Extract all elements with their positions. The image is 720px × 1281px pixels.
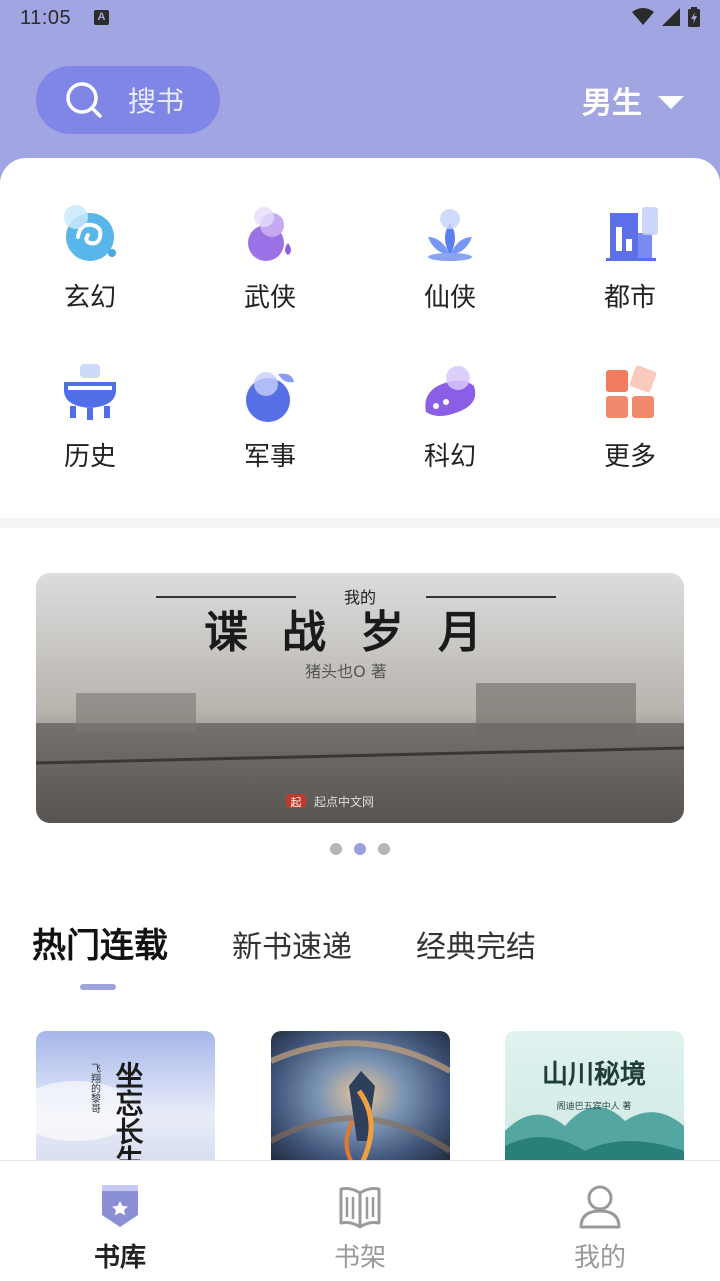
category-wuxia[interactable]: 武侠	[210, 203, 330, 314]
category-more[interactable]: 更多	[570, 362, 690, 473]
promo-banner[interactable]: 我的 谍战岁月 猪头也O 著 起 起点中文网	[36, 573, 684, 823]
book-cover-author: 阁迪巴五宾中人 著	[557, 1100, 632, 1112]
carousel-dot[interactable]	[378, 843, 390, 855]
banner-publisher: 起点中文网	[314, 794, 374, 809]
book-list-tabs: 热门连载 新书速递 经典完结	[32, 918, 536, 967]
ding-cauldron-icon	[58, 362, 122, 426]
category-label: 仙侠	[423, 283, 476, 313]
section-divider	[0, 518, 720, 528]
category-dushi[interactable]: 都市	[570, 203, 690, 314]
book-cover-2[interactable]	[271, 1031, 450, 1171]
chevron-down-icon	[658, 95, 684, 109]
category-card: 玄幻 武侠 仙侠 都市 历史 军事 科幻 更多	[0, 158, 720, 518]
book-cover-3[interactable]: 山川秘境 阁迪巴五宾中人 著	[505, 1031, 684, 1171]
nav-mine[interactable]: 我的	[520, 1161, 680, 1274]
tab-classic-finished[interactable]: 经典完结	[416, 922, 536, 966]
gender-selector[interactable]: 男生	[582, 78, 684, 122]
banner-author: 猪头也O 著	[305, 662, 387, 681]
category-label: 科幻	[423, 442, 476, 472]
status-time: 11:05	[20, 7, 72, 29]
category-label: 都市	[603, 283, 656, 313]
tab-hot-serial[interactable]: 热门连载	[32, 918, 168, 967]
banner-publisher-badge: 起	[291, 796, 302, 809]
status-bar: 11:05 A	[0, 0, 720, 38]
notification-a-icon: A	[94, 10, 109, 25]
book-cover-1[interactable]: 坐忘长生 飞翔的黎哥	[36, 1031, 215, 1171]
nav-library-label: 书库	[93, 1243, 146, 1273]
category-label: 军事	[243, 442, 296, 472]
carousel-dot-active[interactable]	[354, 843, 366, 855]
category-label: 玄幻	[63, 283, 116, 313]
status-icons	[632, 7, 700, 27]
planet-icon	[418, 362, 482, 426]
banner-title: 谍战岁月	[204, 607, 516, 658]
book-cover-title: 山川秘境	[542, 1059, 646, 1090]
nav-library[interactable]: 书库	[40, 1161, 200, 1274]
category-xuanhuan[interactable]: 玄幻	[30, 203, 150, 314]
category-kehuan[interactable]: 科幻	[390, 362, 510, 473]
user-icon	[579, 1185, 621, 1229]
nav-bookshelf[interactable]: 书架	[280, 1161, 440, 1274]
lotus-icon	[418, 203, 482, 267]
nav-bookshelf-label: 书架	[333, 1243, 386, 1273]
search-icon	[66, 82, 102, 118]
search-bar[interactable]: 搜书	[36, 66, 220, 134]
bottom-navigation: 书库 书架 我的	[0, 1160, 720, 1281]
nav-mine-label: 我的	[573, 1243, 626, 1273]
grid-icon	[598, 362, 662, 426]
wifi-icon	[632, 8, 654, 25]
grenade-icon	[238, 362, 302, 426]
buildings-icon	[598, 203, 662, 267]
library-shield-icon	[102, 1185, 138, 1227]
tab-new-books[interactable]: 新书速递	[232, 922, 352, 966]
gourd-icon	[238, 203, 302, 267]
carousel-indicator	[0, 843, 720, 855]
category-lishi[interactable]: 历史	[30, 362, 150, 473]
search-placeholder: 搜书	[128, 85, 185, 118]
book-cover-author: 飞翔的黎哥	[89, 1063, 101, 1113]
category-xianxia[interactable]: 仙侠	[390, 203, 510, 314]
banner-small-title: 我的	[344, 588, 376, 607]
open-book-icon	[339, 1187, 381, 1229]
category-junshi[interactable]: 军事	[210, 362, 330, 473]
tab-active-indicator	[80, 984, 116, 990]
category-label: 更多	[603, 442, 656, 472]
gender-label: 男生	[582, 86, 642, 121]
swirl-icon	[58, 203, 122, 267]
signal-icon	[662, 8, 680, 26]
category-label: 历史	[63, 442, 116, 472]
book-cover-title: 坐忘长生	[112, 1061, 145, 1171]
battery-icon	[688, 7, 700, 27]
category-label: 武侠	[243, 283, 296, 313]
carousel-dot[interactable]	[330, 843, 342, 855]
